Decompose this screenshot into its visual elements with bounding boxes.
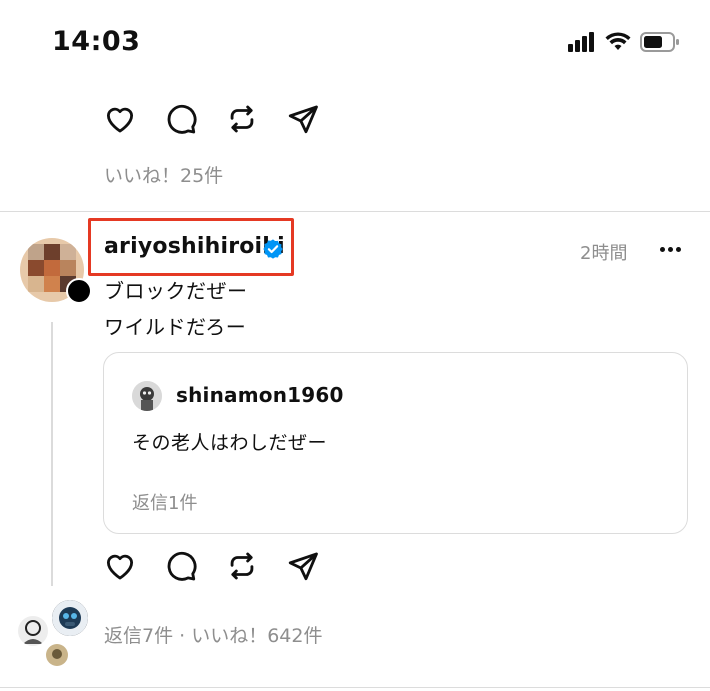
thread-line xyxy=(51,322,53,586)
post-actions xyxy=(101,547,322,585)
post-time: 2時間 xyxy=(580,243,628,264)
replier-avatar[interactable] xyxy=(16,614,50,648)
cellular-signal-icon xyxy=(568,32,594,52)
avatar-image-icon xyxy=(132,381,162,411)
repost-icon xyxy=(230,552,254,580)
like-button[interactable] xyxy=(101,547,139,585)
status-bar: 14:03 xyxy=(0,0,710,90)
replier-avatar[interactable] xyxy=(50,598,90,638)
repost-button[interactable] xyxy=(223,100,261,138)
avatar-image-icon xyxy=(46,644,68,666)
follow-badge[interactable] xyxy=(66,278,92,304)
status-icons xyxy=(568,30,680,54)
post-footer-stats[interactable]: 返信7件 · いいね！642件 xyxy=(104,621,322,648)
share-button[interactable] xyxy=(284,547,322,585)
share-button[interactable] xyxy=(284,100,322,138)
bottom-divider xyxy=(0,687,710,688)
heart-icon xyxy=(106,107,134,133)
comment-icon xyxy=(167,104,197,134)
wifi-icon xyxy=(605,32,631,50)
quoted-text: その老人はわしだぜー xyxy=(132,432,328,454)
more-options-button[interactable] xyxy=(655,234,685,264)
heart-icon xyxy=(106,554,134,580)
more-icon xyxy=(659,246,665,252)
share-icon xyxy=(288,552,318,581)
status-time: 14:03 xyxy=(52,26,141,57)
battery-icon xyxy=(640,32,679,52)
quoted-user-avatar[interactable] xyxy=(132,381,162,411)
avatar-image-icon xyxy=(52,600,88,636)
post-divider xyxy=(0,211,710,212)
like-button[interactable] xyxy=(101,100,139,138)
post-text-line-1: ブロックだぜー xyxy=(104,279,248,303)
repost-icon xyxy=(230,105,254,133)
replier-avatar[interactable] xyxy=(44,642,70,668)
previous-post-likes[interactable]: いいね！25件 xyxy=(104,161,223,188)
quoted-post-card[interactable]: shinamon1960 その老人はわしだぜー 返信1件 xyxy=(103,352,688,534)
previous-post-actions xyxy=(101,100,322,138)
avatar-image-icon xyxy=(18,616,48,646)
quoted-username[interactable]: shinamon1960 xyxy=(176,383,344,407)
quoted-replies-count[interactable]: 返信1件 xyxy=(132,489,197,515)
repost-button[interactable] xyxy=(223,547,261,585)
comment-button[interactable] xyxy=(162,547,200,585)
share-icon xyxy=(288,105,318,134)
username-highlight xyxy=(88,218,294,276)
comment-button[interactable] xyxy=(162,100,200,138)
post-text-line-2: ワイルドだろー xyxy=(104,315,247,339)
comment-icon xyxy=(167,551,197,581)
